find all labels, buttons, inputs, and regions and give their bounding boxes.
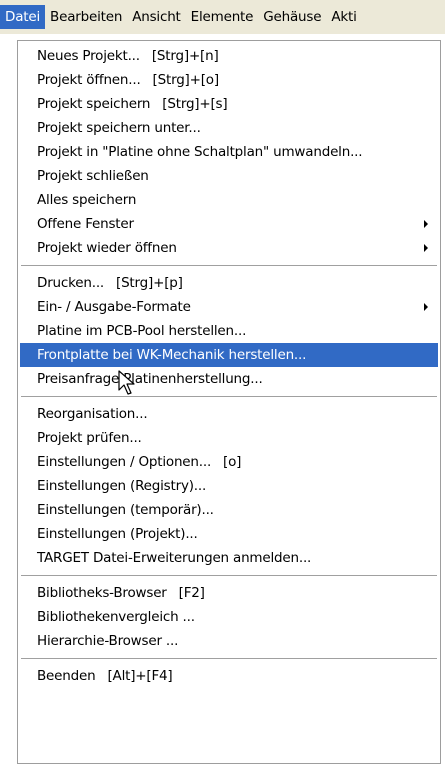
menu-item-shortcut: [Strg]+[p] [116, 275, 183, 291]
menu-item-projekt-öffnen[interactable]: Projekt öffnen... [Strg]+[o] [20, 68, 438, 92]
menu-item-label: Projekt wieder öffnen [37, 240, 177, 256]
menu-item-label: Hierarchie-Browser ... [37, 633, 179, 649]
menu-bar: Datei Bearbeiten Ansicht Elemente Gehäus… [0, 0, 445, 34]
menu-item-projekt-schließen[interactable]: Projekt schließen [20, 164, 438, 188]
menu-item-target-datei-erweiterungen-anmelden[interactable]: TARGET Datei-Erweiterungen anmelden... [20, 546, 438, 570]
menu-item-label: TARGET Datei-Erweiterungen anmelden... [37, 550, 312, 566]
menu-item-preisanfrage-platinenherstellung[interactable]: Preisanfrage Platinenherstellung... [20, 367, 438, 391]
menu-elemente[interactable]: Elemente [186, 5, 259, 29]
menu-item-einstellungen-projekt[interactable]: Einstellungen (Projekt)... [20, 522, 438, 546]
submenu-arrow-icon [424, 244, 428, 252]
menu-item-shortcut: [F2] [178, 585, 205, 601]
menu-item-label: Projekt prüfen... [37, 430, 142, 446]
menu-item-hierarchie-browser[interactable]: Hierarchie-Browser ... [20, 629, 438, 653]
menu-bearbeiten[interactable]: Bearbeiten [45, 5, 127, 29]
menu-item-bibliothekenvergleich[interactable]: Bibliothekenvergleich ... [20, 605, 438, 629]
menu-item-label: Bibliothekenvergleich ... [37, 609, 195, 625]
menu-item-einstellungen-registry[interactable]: Einstellungen (Registry)... [20, 474, 438, 498]
menu-item-shortcut: [o] [223, 454, 242, 470]
menu-item-label: Bibliotheks-Browser [37, 585, 167, 601]
menu-item-shortcut: [Strg]+[s] [162, 96, 228, 112]
menu-separator [18, 391, 440, 402]
menu-item-label: Projekt schließen [37, 168, 149, 184]
menu-item-label: Projekt speichern [37, 96, 151, 112]
menu-item-label: Einstellungen (Registry)... [37, 478, 207, 494]
menu-item-label: Drucken... [37, 275, 104, 291]
menu-item-label: Projekt öffnen... [37, 72, 141, 88]
menu-datei[interactable]: Datei [0, 5, 46, 29]
menu-item-projekt-wieder-öffnen[interactable]: Projekt wieder öffnen [20, 236, 438, 260]
menu-item-ein-ausgabe-formate[interactable]: Ein- / Ausgabe-Formate [20, 295, 438, 319]
menu-item-label: Einstellungen (temporär)... [37, 502, 214, 518]
menu-separator [18, 260, 440, 271]
menu-ansicht[interactable]: Ansicht [127, 5, 185, 29]
menu-item-projekt-speichern-unter[interactable]: Projekt speichern unter... [20, 116, 438, 140]
menu-item-offene-fenster[interactable]: Offene Fenster [20, 212, 438, 236]
menu-item-frontplatte-bei-wk-mechanik-herstellen[interactable]: Frontplatte bei WK-Mechanik herstellen..… [20, 343, 438, 367]
menu-item-label: Einstellungen (Projekt)... [37, 526, 198, 542]
menu-item-einstellungen-temporär[interactable]: Einstellungen (temporär)... [20, 498, 438, 522]
menu-item-alles-speichern[interactable]: Alles speichern [20, 188, 438, 212]
menu-separator [18, 570, 440, 581]
menu-item-neues-projekt[interactable]: Neues Projekt... [Strg]+[n] [20, 44, 438, 68]
menu-item-drucken[interactable]: Drucken... [Strg]+[p] [20, 271, 438, 295]
menu-item-platine-im-pcb-pool-herstellen[interactable]: Platine im PCB-Pool herstellen... [20, 319, 438, 343]
menu-item-label: Frontplatte bei WK-Mechanik herstellen..… [37, 347, 307, 363]
menu-item-reorganisation[interactable]: Reorganisation... [20, 402, 438, 426]
menu-item-projekt-speichern[interactable]: Projekt speichern [Strg]+[s] [20, 92, 438, 116]
datei-dropdown-menu: Neues Projekt... [Strg]+[n] Projekt öffnen… [17, 40, 441, 764]
menu-aktionen[interactable]: Akti [326, 5, 361, 29]
menu-item-label: Platine im PCB-Pool herstellen... [37, 323, 247, 339]
menu-item-shortcut: [Strg]+[n] [151, 48, 219, 64]
menu-item-label: Beenden [37, 668, 96, 684]
menu-item-projekt-in-platine-ohne-schaltplan-umwandeln[interactable]: Projekt in "Platine ohne Schaltplan" umw… [20, 140, 438, 164]
menu-gehaeuse[interactable]: Gehäuse [258, 5, 326, 29]
menu-item-projekt-prüfen[interactable]: Projekt prüfen... [20, 426, 438, 450]
menu-item-beenden[interactable]: Beenden [Alt]+[F4] [20, 664, 438, 688]
mouse-pointer-icon [118, 370, 135, 395]
menu-item-label: Projekt in "Platine ohne Schaltplan" umw… [37, 144, 363, 160]
menu-item-bibliotheks-browser[interactable]: Bibliotheks-Browser [F2] [20, 581, 438, 605]
menu-item-label: Ein- / Ausgabe-Formate [37, 299, 191, 315]
menu-item-label: Reorganisation... [37, 406, 148, 422]
submenu-arrow-icon [424, 220, 428, 228]
menu-item-shortcut: [Alt]+[F4] [107, 668, 173, 684]
submenu-arrow-icon [424, 303, 428, 311]
menu-item-label: Alles speichern [37, 192, 137, 208]
menu-separator [18, 653, 440, 664]
menu-item-shortcut: [Strg]+[o] [152, 72, 220, 88]
menu-item-label: Preisanfrage Platinenherstellung... [37, 371, 263, 387]
menu-item-label: Projekt speichern unter... [37, 120, 201, 136]
menu-item-einstellungen-optionen[interactable]: Einstellungen / Optionen... [o] [20, 450, 438, 474]
menu-item-label: Neues Projekt... [37, 48, 140, 64]
menu-item-label: Einstellungen / Optionen... [37, 454, 212, 470]
menu-item-label: Offene Fenster [37, 216, 134, 232]
